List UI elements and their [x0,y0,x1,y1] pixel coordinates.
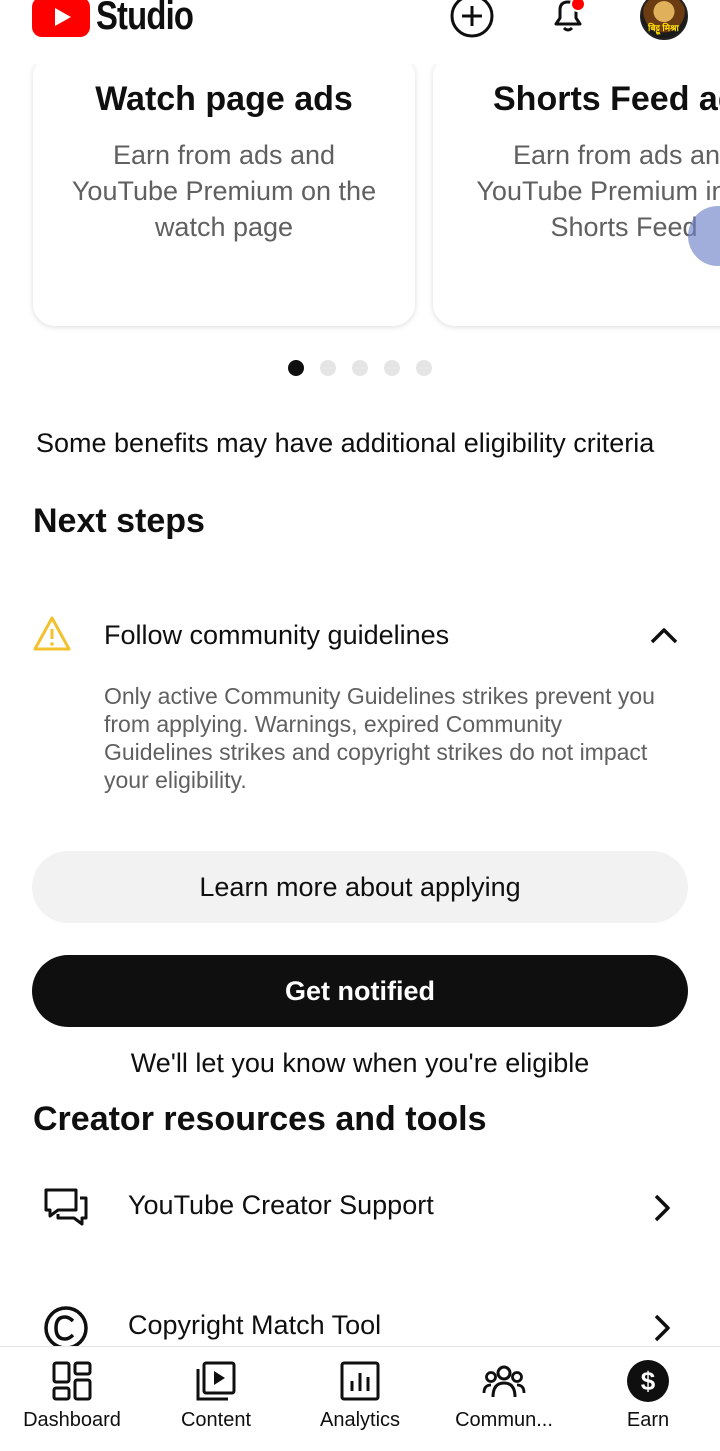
pagination-dot[interactable] [384,360,400,376]
nav-label: Analytics [319,1409,401,1431]
nav-label: Content [180,1409,252,1431]
youtube-logo-icon [32,0,90,37]
guideline-description: Only active Community Guidelines strikes… [104,683,655,793]
pagination-dot-active[interactable] [288,360,304,376]
community-icon [482,1365,526,1398]
benefit-card[interactable]: Shorts Feed ads Earn from ads and YouTub… [433,64,720,326]
content-icon [196,1361,236,1401]
nav-label: Commun... [455,1409,553,1431]
resource-label: Copyright Match Tool [128,1310,382,1340]
learn-more-button[interactable]: Learn more about applying [32,851,688,923]
get-notified-button[interactable]: Get notified [32,955,688,1027]
warning-icon [33,616,71,651]
pagination-dot[interactable] [416,360,432,376]
bottom-navigation: Dashboard Content Analytics Commun... $ … [0,1346,720,1451]
resource-item-creator-support[interactable]: YouTube Creator Support [32,1176,688,1240]
benefit-card-title: Watch page ads [95,80,353,118]
chevron-right-icon [654,1314,670,1342]
community-guidelines-row[interactable]: Follow community guidelines [32,612,688,660]
pagination-dot[interactable] [320,360,336,376]
benefit-card[interactable]: Watch page ads Earn from ads and YouTube… [33,64,415,326]
benefit-card-title: Shorts Feed ads [493,80,720,118]
create-plus-icon[interactable] [448,0,496,40]
nav-item-analytics[interactable]: Analytics [288,1347,432,1451]
nav-item-community[interactable]: Commun... [432,1347,576,1451]
chevron-up-icon[interactable] [644,616,684,656]
earn-icon: $ [627,1360,669,1402]
nav-item-content[interactable]: Content [144,1347,288,1451]
resource-label: YouTube Creator Support [128,1190,434,1220]
logo-text: Studio [96,0,194,38]
benefit-card-description: Earn from ads and YouTube Premium on the… [71,140,377,242]
benefits-carousel[interactable]: Watch page ads Earn from ads and YouTube… [0,64,720,334]
notifications-bell-icon[interactable] [544,0,592,40]
analytics-icon [340,1361,380,1401]
dashboard-icon [52,1361,92,1401]
top-app-bar: Studio बिट्टू मिश्रा [0,0,720,64]
avatar-label: बिट्टू मिश्रा [648,23,679,33]
copyright-icon [44,1306,88,1350]
youtube-studio-logo[interactable]: Studio [32,0,214,39]
svg-text:$: $ [641,1366,656,1396]
nav-item-dashboard[interactable]: Dashboard [0,1347,144,1451]
nav-label: Earn [626,1409,670,1431]
nav-item-earn[interactable]: $ Earn [576,1347,720,1451]
notify-caption: We'll let you know when you're eligible [130,1048,590,1078]
pagination-dot[interactable] [352,360,368,376]
guideline-title: Follow community guidelines [104,620,450,650]
eligibility-note: Some benefits may have additional eligib… [36,428,655,458]
benefit-card-description: Earn from ads and YouTube Premium in the… [476,140,720,242]
chat-bubbles-icon [44,1188,88,1226]
chevron-right-icon [654,1194,670,1222]
section-title-next-steps: Next steps [33,502,205,540]
nav-label: Dashboard [23,1409,121,1431]
section-title-creator-resources: Creator resources and tools [33,1100,487,1138]
account-avatar[interactable]: बिट्टू मिश्रा [640,0,688,40]
